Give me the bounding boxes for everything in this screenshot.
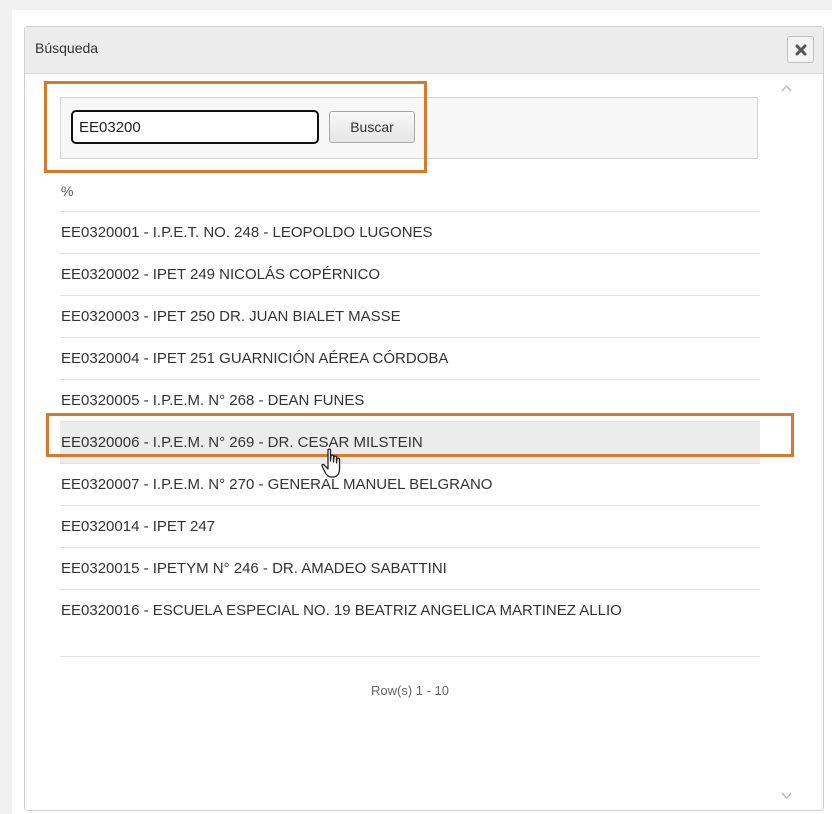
list-item[interactable]: EE0320014 - IPET 247 <box>60 506 760 548</box>
results-list: % EE0320001 - I.P.E.T. NO. 248 - LEOPOLD… <box>60 168 760 657</box>
close-button[interactable] <box>787 36 814 63</box>
list-item[interactable]: EE0320016 - ESCUELA ESPECIAL NO. 19 BEAT… <box>60 590 760 657</box>
list-item[interactable]: EE0320002 - IPET 249 NICOLÁS COPÉRNICO <box>60 254 760 296</box>
pagination-status: Row(s) 1 - 10 <box>370 683 450 698</box>
list-item[interactable]: EE0320003 - IPET 250 DR. JUAN BIALET MAS… <box>60 296 760 338</box>
list-item[interactable]: EE0320015 - IPETYM N° 246 - DR. AMADEO S… <box>60 548 760 590</box>
list-item-hovered[interactable]: EE0320006 - I.P.E.M. N° 269 - DR. CESAR … <box>60 422 760 464</box>
chevron-down-icon[interactable] <box>781 792 792 800</box>
vertical-scrollbar[interactable] <box>777 74 795 810</box>
backdrop-top-strip <box>0 0 832 10</box>
backdrop-left-strip <box>0 0 12 814</box>
list-item[interactable]: EE0320005 - I.P.E.M. N° 268 - DEAN FUNES <box>60 380 760 422</box>
close-x-icon <box>795 44 806 55</box>
result-item-wildcard[interactable]: % <box>60 168 760 212</box>
dialog-header: Búsqueda <box>25 27 823 74</box>
chevron-up-icon[interactable] <box>781 84 792 92</box>
dialog-title: Búsqueda <box>35 40 99 56</box>
list-item[interactable]: EE0320004 - IPET 251 GUARNICIÓN AÉREA CÓ… <box>60 338 760 380</box>
list-item[interactable]: EE0320007 - I.P.E.M. N° 270 - GENERAL MA… <box>60 464 760 506</box>
list-item[interactable]: EE0320001 - I.P.E.T. NO. 248 - LEOPOLDO … <box>60 212 760 254</box>
search-highlight-box <box>44 81 427 173</box>
